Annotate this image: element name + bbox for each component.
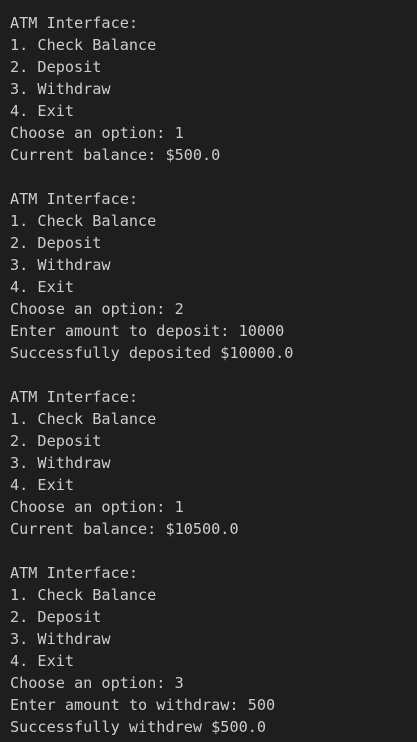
- terminal-line: Choose an option: 1: [10, 498, 184, 516]
- terminal-line: 3. Withdraw: [10, 256, 111, 274]
- terminal-line: 4. Exit: [10, 278, 75, 296]
- terminal-line: Current balance: $500.0: [10, 146, 221, 164]
- terminal-output[interactable]: ATM Interface: 1. Check Balance 2. Deposit…: [0, 0, 417, 742]
- terminal-line: ATM Interface:: [10, 190, 139, 208]
- terminal-line: 3. Withdraw: [10, 630, 111, 648]
- terminal-line: Choose an option: 2: [10, 300, 184, 318]
- terminal-line: Current balance: $10500.0: [10, 520, 239, 538]
- terminal-line: 1. Check Balance: [10, 212, 157, 230]
- terminal-line: 1. Check Balance: [10, 36, 157, 54]
- terminal-line: 2. Deposit: [10, 58, 102, 76]
- terminal-line: Enter amount to withdraw: 500: [10, 696, 276, 714]
- terminal-line: Successfully withdrew $500.0: [10, 718, 267, 736]
- terminal-line: 1. Check Balance: [10, 410, 157, 428]
- terminal-line: Choose an option: 1: [10, 124, 184, 142]
- terminal-line: Enter amount to deposit: 10000: [10, 322, 285, 340]
- terminal-line: 4. Exit: [10, 102, 75, 120]
- terminal-line: Choose an option: 3: [10, 674, 184, 692]
- terminal-line: 2. Deposit: [10, 608, 102, 626]
- terminal-line: 4. Exit: [10, 652, 75, 670]
- terminal-line: 4. Exit: [10, 476, 75, 494]
- terminal-line: Successfully deposited $10000.0: [10, 344, 294, 362]
- terminal-line: 3. Withdraw: [10, 80, 111, 98]
- terminal-line: 1. Check Balance: [10, 586, 157, 604]
- terminal-line: 2. Deposit: [10, 432, 102, 450]
- terminal-line: ATM Interface:: [10, 564, 139, 582]
- terminal-line: ATM Interface:: [10, 388, 139, 406]
- terminal-line: 3. Withdraw: [10, 454, 111, 472]
- terminal-line: ATM Interface:: [10, 14, 139, 32]
- terminal-line: 2. Deposit: [10, 234, 102, 252]
